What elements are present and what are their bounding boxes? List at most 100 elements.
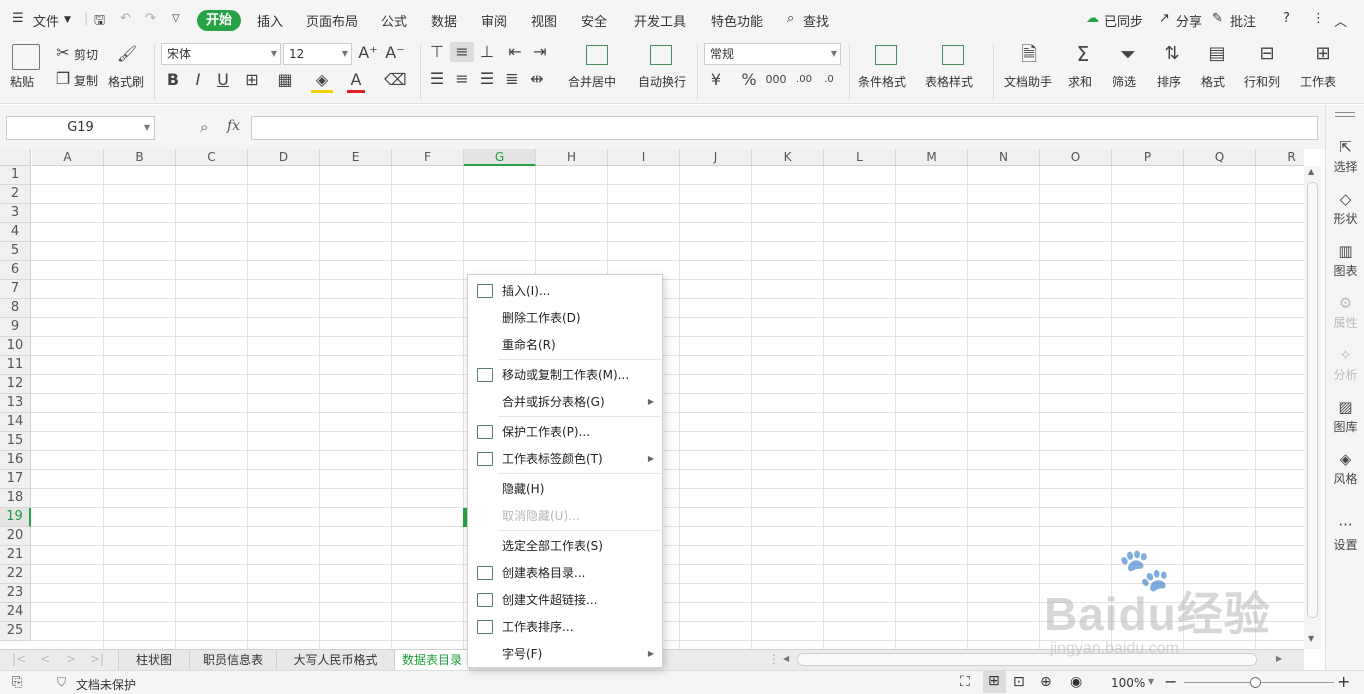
row-header[interactable]: 24: [0, 603, 31, 622]
row-header[interactable]: 4: [0, 223, 31, 242]
tab-view[interactable]: 视图: [531, 11, 557, 30]
format-button[interactable]: 格式: [1201, 73, 1225, 90]
share-icon[interactable]: ↗: [1159, 11, 1170, 26]
tab-review[interactable]: 审阅: [481, 11, 507, 30]
zoom-level[interactable]: 100%: [1111, 676, 1145, 690]
cut-button[interactable]: 剪切: [74, 46, 98, 63]
row-header[interactable]: 14: [0, 413, 31, 432]
currency-icon[interactable]: ¥: [706, 70, 726, 90]
vertical-scroll-thumb[interactable]: [1307, 182, 1318, 618]
copy-button[interactable]: 复制: [74, 72, 98, 89]
scroll-left-icon[interactable]: ◀: [783, 654, 789, 663]
search-icon[interactable]: ⌕: [787, 11, 794, 26]
share-button[interactable]: 分享: [1176, 11, 1202, 30]
column-header[interactable]: C: [176, 149, 248, 166]
column-header[interactable]: Q: [1184, 149, 1256, 166]
menu-item-select-all-sheets[interactable]: 选定全部工作表(S): [468, 533, 662, 559]
row-header[interactable]: 13: [0, 394, 31, 413]
column-header[interactable]: M: [896, 149, 968, 166]
indent-icon[interactable]: ⇥: [531, 42, 549, 62]
cell-style-icon[interactable]: ▦: [274, 70, 296, 90]
zoom-in-icon[interactable]: +: [1337, 672, 1350, 691]
column-header[interactable]: J: [680, 149, 752, 166]
row-header[interactable]: 23: [0, 584, 31, 603]
sidebar-item-gallery[interactable]: ▨ 图库: [1326, 398, 1364, 435]
macro-icon[interactable]: ⎘: [12, 675, 22, 690]
menu-file[interactable]: 文件: [33, 11, 59, 30]
menu-item-rename[interactable]: 重命名(R): [468, 332, 662, 358]
column-header[interactable]: H: [536, 149, 608, 166]
sidebar-item-chart[interactable]: ▥ 图表: [1326, 242, 1364, 279]
merge-center-icon[interactable]: [586, 45, 608, 65]
table-style-button[interactable]: 表格样式: [925, 73, 973, 90]
sidebar-item-settings[interactable]: ··· 设置: [1326, 516, 1364, 553]
scissors-icon[interactable]: ✂: [54, 43, 72, 63]
cloud-sync-icon[interactable]: ☁: [1086, 11, 1099, 26]
tab-special[interactable]: 特色功能: [711, 11, 763, 30]
column-header[interactable]: D: [248, 149, 320, 166]
wrap-text-button[interactable]: 自动换行: [638, 73, 686, 90]
row-header[interactable]: 22: [0, 565, 31, 584]
sheet-tab[interactable]: 柱状图: [118, 650, 190, 671]
normal-view-icon[interactable]: ⊞: [983, 671, 1006, 693]
align-right-icon[interactable]: ☰: [478, 69, 496, 89]
sidebar-item-shape[interactable]: ◇ 形状: [1326, 190, 1364, 227]
column-header[interactable]: I: [608, 149, 680, 166]
menu-item-tab-color[interactable]: 工作表标签颜色(T) ▶: [468, 446, 662, 472]
tab-data[interactable]: 数据: [431, 11, 457, 30]
column-header[interactable]: G: [464, 149, 536, 166]
row-header[interactable]: 16: [0, 451, 31, 470]
fullscreen-icon[interactable]: ⛶: [960, 674, 970, 690]
decrease-decimal-icon[interactable]: .0: [818, 70, 840, 90]
doc-assistant-icon[interactable]: 🗎: [1018, 44, 1040, 64]
vertical-scrollbar[interactable]: ▲ ▼: [1304, 166, 1321, 649]
column-header[interactable]: R: [1256, 149, 1304, 166]
quick-access-dropdown-icon[interactable]: ▽: [172, 13, 180, 24]
sort-button[interactable]: 排序: [1157, 73, 1181, 90]
bold-icon[interactable]: B: [164, 70, 182, 90]
sheet-tab-active[interactable]: 数据表目录: [395, 650, 470, 671]
tab-insert[interactable]: 插入: [257, 11, 283, 30]
sidebar-menu-icon[interactable]: [1335, 112, 1355, 117]
column-header[interactable]: O: [1040, 149, 1112, 166]
font-color-icon[interactable]: A: [347, 70, 365, 93]
border-icon[interactable]: ⊞: [241, 70, 263, 90]
menu-item-sort-sheets[interactable]: 工作表排序...: [468, 614, 662, 640]
page-break-view-icon[interactable]: ⊡: [1013, 674, 1025, 690]
merge-center-button[interactable]: 合并居中: [568, 73, 616, 90]
function-icon[interactable]: fx: [227, 118, 240, 134]
row-header[interactable]: 8: [0, 299, 31, 318]
font-name-select[interactable]: 宋体 ▼: [161, 43, 281, 65]
row-header[interactable]: 21: [0, 546, 31, 565]
fill-color-icon[interactable]: ◈: [311, 70, 333, 93]
hamburger-icon[interactable]: ☰: [12, 11, 24, 26]
increase-decimal-icon[interactable]: .00: [793, 70, 815, 90]
menu-item-create-toc[interactable]: 创建表格目录...: [468, 560, 662, 586]
worksheet-icon[interactable]: ⊞: [1312, 44, 1334, 64]
row-header[interactable]: 12: [0, 375, 31, 394]
scroll-down-icon[interactable]: ▼: [1308, 634, 1314, 643]
help-icon[interactable]: ?: [1283, 11, 1290, 26]
filter-icon[interactable]: ⏷: [1117, 44, 1139, 64]
column-header[interactable]: N: [968, 149, 1040, 166]
row-header[interactable]: 18: [0, 489, 31, 508]
font-size-select[interactable]: 12 ▼: [283, 43, 352, 65]
redo-icon[interactable]: ↷: [145, 11, 156, 26]
decrease-font-icon[interactable]: A⁻: [385, 43, 405, 63]
more-icon[interactable]: ⋮: [1312, 11, 1325, 26]
comment-button[interactable]: 批注: [1230, 11, 1256, 30]
row-header[interactable]: 6: [0, 261, 31, 280]
align-top-icon[interactable]: ⊤: [428, 42, 446, 62]
percent-icon[interactable]: %: [740, 70, 758, 90]
column-header[interactable]: F: [392, 149, 464, 166]
copy-icon[interactable]: ❐: [54, 69, 72, 89]
row-header[interactable]: 11: [0, 356, 31, 375]
tab-security[interactable]: 安全: [581, 11, 607, 30]
first-sheet-icon[interactable]: |<: [12, 652, 26, 666]
row-header[interactable]: 7: [0, 280, 31, 299]
tab-developer[interactable]: 开发工具: [634, 11, 686, 30]
row-header[interactable]: 10: [0, 337, 31, 356]
eraser-icon[interactable]: ⌫: [384, 70, 407, 90]
sum-icon[interactable]: Σ: [1072, 44, 1094, 64]
row-header[interactable]: 1: [0, 166, 31, 185]
